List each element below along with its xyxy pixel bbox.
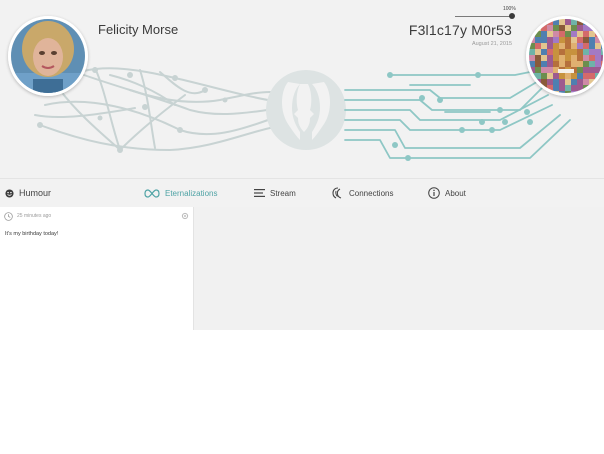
tab-about[interactable]: About bbox=[428, 179, 466, 207]
tab-label: About bbox=[445, 188, 466, 198]
tab-label: Eternalizations bbox=[165, 188, 218, 198]
content-area: 25 minutes ago It's my birthday today! bbox=[0, 207, 604, 330]
profile-date: August 21, 2015 bbox=[471, 41, 512, 47]
slider-track[interactable] bbox=[455, 16, 513, 17]
network-illustration bbox=[34, 67, 571, 161]
profile-avatar[interactable] bbox=[8, 16, 88, 96]
connections-icon bbox=[332, 187, 342, 199]
smiley-icon bbox=[5, 188, 14, 198]
gear-icon[interactable] bbox=[181, 212, 189, 220]
profile-name: Felicity Morse bbox=[98, 22, 179, 37]
visibility-slider[interactable]: 100% bbox=[455, 6, 516, 21]
post-time: 25 minutes ago bbox=[17, 213, 52, 219]
digital-avatar[interactable] bbox=[526, 16, 604, 96]
info-icon bbox=[428, 187, 440, 199]
humour-indicator[interactable]: Humour bbox=[5, 179, 51, 207]
profile-nav: Humour Eternalizations Stream Connection… bbox=[0, 178, 604, 207]
tab-connections[interactable]: Connections bbox=[332, 179, 393, 207]
slider-label: 100% bbox=[503, 6, 516, 12]
slider-thumb[interactable] bbox=[509, 13, 515, 19]
post-card[interactable]: 25 minutes ago It's my birthday today! bbox=[0, 207, 194, 330]
tab-stream[interactable]: Stream bbox=[254, 179, 296, 207]
tab-label: Connections bbox=[349, 188, 394, 198]
profile-header: Felicity Morse F3l1c17y M0r53 August 21,… bbox=[0, 0, 604, 178]
tab-eternalizations[interactable]: Eternalizations bbox=[144, 179, 217, 207]
post-text: It's my birthday today! bbox=[5, 231, 59, 237]
lines-icon bbox=[254, 189, 265, 197]
profile-alias: F3l1c17y M0r53 bbox=[408, 22, 512, 38]
humour-label: Humour bbox=[19, 188, 52, 198]
infinity-icon bbox=[144, 188, 160, 198]
tab-label: Stream bbox=[270, 188, 296, 198]
clock-icon bbox=[4, 212, 13, 221]
